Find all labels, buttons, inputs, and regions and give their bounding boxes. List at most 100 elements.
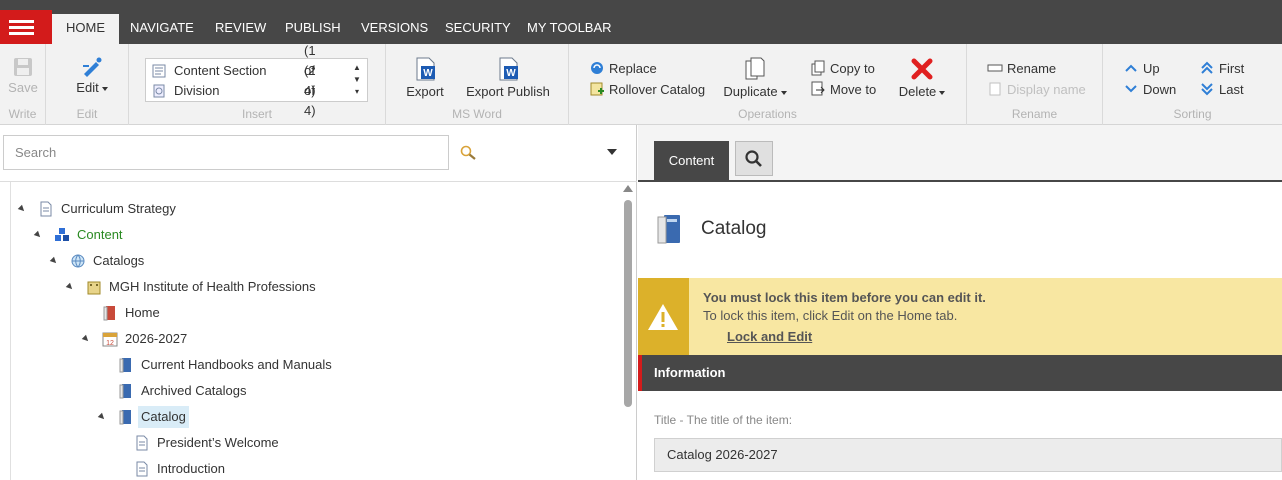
delete-label: Delete [898, 84, 937, 99]
tree-node-label: MGH Institute of Health Professions [109, 279, 316, 294]
title-field[interactable]: Catalog 2026-2027 [654, 438, 1282, 472]
move-to-button[interactable]: Move to [810, 81, 876, 97]
menu-icon[interactable] [0, 10, 52, 44]
rollover-catalog-button[interactable]: Rollover Catalog [589, 81, 705, 97]
sort-last-button[interactable]: Last [1199, 81, 1244, 97]
globe-icon [71, 254, 85, 268]
group-insert-label: Insert [241, 107, 272, 121]
warning-text: To lock this item, click Edit on the Hom… [703, 308, 958, 323]
scroll-up-icon[interactable] [623, 185, 633, 192]
display-name-button[interactable]: Display name [987, 81, 1086, 97]
insert-item-count: (2 of 4) [304, 63, 316, 118]
tab-my-toolbar[interactable]: MY TOOLBAR [513, 14, 626, 44]
tree-node-label: Archived Catalogs [141, 383, 247, 398]
insert-item-content-section[interactable]: Content Section (1 of 4) [152, 43, 316, 98]
sort-down-button[interactable]: Down [1123, 81, 1176, 97]
tab-content[interactable]: Content [654, 141, 729, 182]
document-icon [152, 64, 166, 78]
book-icon [119, 358, 131, 373]
tree-node-home[interactable]: Home [102, 302, 163, 324]
section-title: Information [654, 365, 726, 380]
rename-icon [987, 64, 1003, 72]
tree-node-label: Catalog [138, 406, 189, 428]
delete-icon [911, 58, 933, 80]
calendar-icon: 12 [102, 332, 118, 347]
content-tree-pane: Search Curriculum Strategy Content Catal… [0, 125, 637, 480]
group-rename: Rename Display name Rename [967, 44, 1103, 125]
divider [0, 181, 637, 182]
document-icon [136, 435, 148, 451]
lock-and-edit-link[interactable]: Lock and Edit [727, 329, 812, 344]
tree-node-label: Home [125, 305, 160, 320]
tab-navigate[interactable]: NAVIGATE [116, 14, 208, 44]
insert-list: Content Section (1 of 4) Division (2 of … [145, 43, 368, 118]
word-icon: W [416, 57, 435, 81]
copy-to-button[interactable]: Copy to [810, 60, 875, 76]
rollover-icon [590, 82, 604, 96]
chevron-down-icon [1125, 85, 1137, 93]
tree-node-catalog[interactable]: Catalog [97, 406, 189, 428]
sort-first-button[interactable]: First [1199, 60, 1244, 76]
rename-button[interactable]: Rename [987, 60, 1056, 76]
tree-scrollbar[interactable] [622, 185, 633, 480]
insert-item-division[interactable]: Division (2 of 4) [152, 63, 316, 118]
expand-toggle[interactable] [17, 204, 27, 214]
last-label: Last [1219, 81, 1244, 97]
section-header-information[interactable]: Information [638, 355, 1282, 391]
tree-node-archived-catalogs[interactable]: Archived Catalogs [118, 380, 250, 402]
display-name-icon [989, 82, 1001, 96]
building-icon [87, 281, 101, 295]
export-label: Export [406, 84, 444, 99]
tree-node-label: Curriculum Strategy [61, 201, 176, 216]
search-icon[interactable] [460, 145, 478, 161]
tree-node-introduction[interactable]: Introduction [134, 458, 228, 480]
move-icon [811, 81, 825, 96]
save-button[interactable]: Save [8, 56, 38, 95]
tree-node-content[interactable]: Content [33, 224, 126, 246]
search-input[interactable]: Search [3, 135, 449, 170]
item-title: Catalog [701, 218, 767, 239]
save-icon [14, 58, 32, 76]
tab-security[interactable]: SECURITY [431, 14, 525, 44]
tree-node-curriculum-strategy[interactable]: Curriculum Strategy [17, 198, 179, 220]
editor-tabs: Content [638, 125, 1282, 182]
group-write: Save Write [0, 44, 46, 125]
expand-toggle[interactable] [49, 256, 59, 266]
expand-toggle[interactable] [65, 282, 75, 292]
duplicate-button[interactable]: Duplicate [723, 56, 787, 99]
document-icon [136, 461, 148, 477]
book-icon [119, 384, 131, 399]
down-label: Down [1143, 81, 1177, 97]
search-options-dropdown[interactable] [607, 149, 617, 155]
replace-button[interactable]: Replace [589, 60, 657, 76]
expand-toggle[interactable] [33, 230, 43, 240]
tab-publish[interactable]: PUBLISH [271, 14, 355, 44]
rollover-label: Rollover Catalog [609, 81, 706, 97]
export-publish-button[interactable]: W Export Publish [466, 56, 550, 99]
tab-search[interactable] [735, 141, 773, 176]
delete-button[interactable]: Delete [897, 56, 947, 99]
expand-toggle[interactable] [81, 334, 91, 344]
tab-versions[interactable]: VERSIONS [347, 14, 442, 44]
tab-review[interactable]: REVIEW [201, 14, 280, 44]
tree-node-catalogs[interactable]: Catalogs [49, 250, 147, 272]
group-sorting: Up Down First Last Sorting [1103, 44, 1282, 125]
insert-item-label: Content Section [174, 63, 267, 78]
tree-node-current-handbooks[interactable]: Current Handbooks and Manuals [118, 354, 335, 376]
expand-toggle[interactable] [97, 412, 107, 422]
scrollbar-thumb[interactable] [624, 200, 632, 407]
insert-scroll[interactable]: ▲ ▼ ▾ [352, 62, 362, 98]
editor-pane: Content Catalog You must lock this item … [638, 125, 1282, 480]
group-msword: W Export W Export Publish MS Word [386, 44, 569, 125]
tab-home[interactable]: HOME [52, 14, 119, 44]
tree-node-2026-2027[interactable]: 12 2026-2027 [81, 328, 190, 350]
tree-node-presidents-welcome[interactable]: President’s Welcome [134, 432, 282, 454]
tree-node-label: 2026-2027 [125, 331, 188, 346]
export-button[interactable]: W Export [404, 56, 446, 99]
divider [10, 182, 11, 480]
group-edit-label: Edit [76, 107, 98, 121]
first-label: First [1219, 60, 1245, 76]
tree-node-mgh-institute[interactable]: MGH Institute of Health Professions [65, 276, 319, 298]
edit-button[interactable]: Edit [72, 56, 112, 95]
sort-up-button[interactable]: Up [1123, 60, 1160, 76]
